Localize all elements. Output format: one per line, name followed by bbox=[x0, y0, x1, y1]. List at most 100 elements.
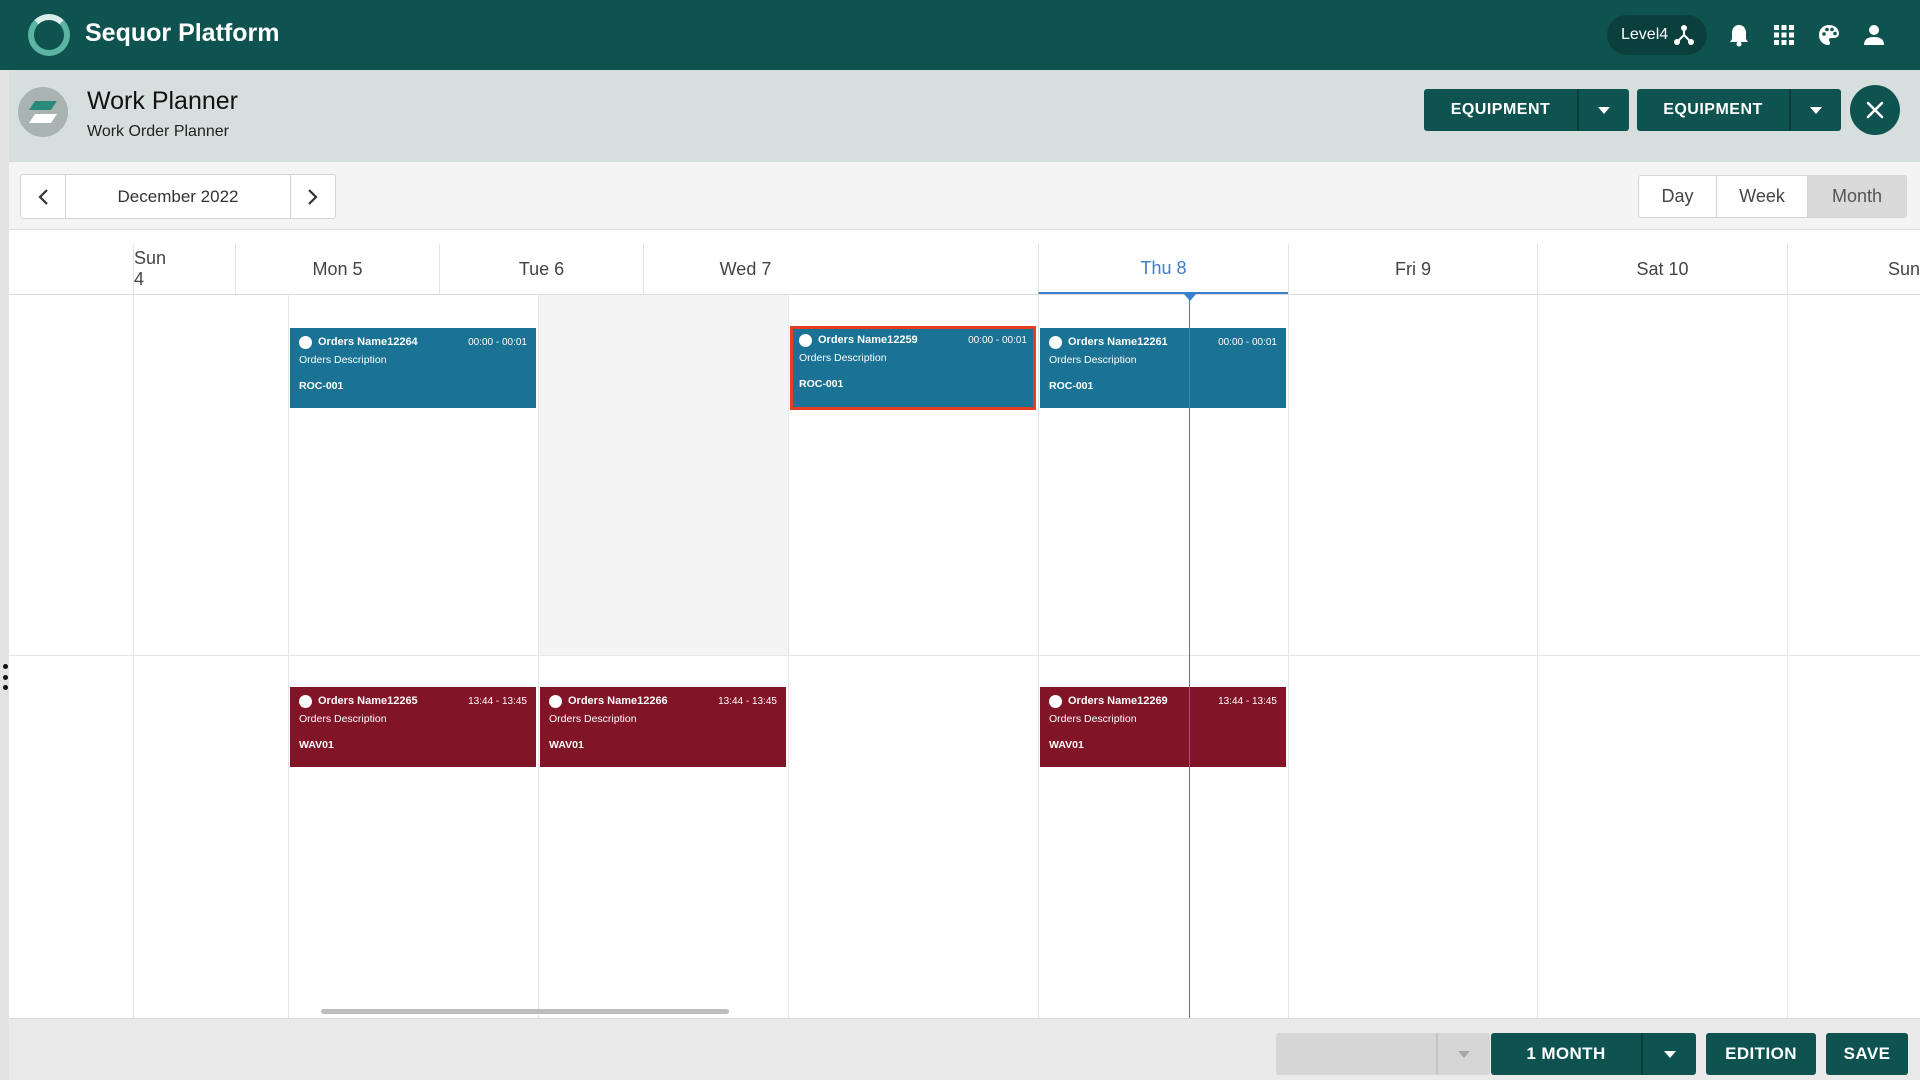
chevron-down-icon[interactable] bbox=[1641, 1033, 1696, 1075]
chevron-down-icon bbox=[1436, 1033, 1490, 1075]
day-header: Sun bbox=[1787, 244, 1920, 294]
page-subtitle: Work Order Planner bbox=[87, 123, 229, 140]
current-period-label[interactable]: December 2022 bbox=[66, 175, 290, 218]
date-navigator: December 2022 bbox=[20, 174, 336, 219]
chevron-down-icon[interactable] bbox=[1577, 89, 1629, 131]
current-time-indicator bbox=[1189, 295, 1190, 1018]
event-equipment-code: ROC-001 bbox=[799, 378, 844, 390]
event-equipment-code: ROC-001 bbox=[299, 380, 344, 392]
event-time: 13:44 - 13:45 bbox=[718, 695, 777, 707]
event-description: Orders Description bbox=[1049, 354, 1137, 366]
edition-button[interactable]: EDITION bbox=[1706, 1033, 1816, 1075]
bell-icon[interactable] bbox=[1726, 22, 1752, 48]
column-divider bbox=[788, 294, 789, 1018]
work-order-event[interactable]: Orders Name12265 13:44 - 13:45 Orders Des… bbox=[290, 687, 536, 767]
non-working-day-shade bbox=[539, 295, 788, 655]
event-time: 13:44 - 13:45 bbox=[468, 695, 527, 707]
column-divider bbox=[538, 294, 539, 1018]
day-header: Mon 5 bbox=[235, 244, 439, 294]
work-planner-icon bbox=[18, 87, 68, 137]
event-equipment-code: WAV01 bbox=[299, 739, 334, 751]
calendar-grid: Sun 4 Mon 5 Tue 6 Wed 7 Thu 8 Fri 9 Sat … bbox=[9, 230, 1920, 1018]
event-name: Orders Name12269 bbox=[1068, 695, 1168, 707]
status-dot-icon bbox=[1049, 335, 1062, 349]
work-order-event[interactable]: Orders Name12264 00:00 - 00:01 Orders Des… bbox=[290, 328, 536, 408]
more-vertical-icon[interactable] bbox=[1, 664, 9, 690]
event-equipment-code: WAV01 bbox=[1049, 739, 1084, 751]
equipment-split-button-2[interactable]: EQUIPMENT bbox=[1637, 89, 1841, 131]
row-divider bbox=[9, 655, 1920, 656]
close-icon bbox=[1866, 101, 1884, 119]
event-time: 13:44 - 13:45 bbox=[1218, 695, 1277, 707]
status-dot-icon bbox=[1049, 694, 1062, 708]
column-divider bbox=[288, 294, 289, 1018]
event-name: Orders Name12266 bbox=[568, 695, 668, 707]
close-button[interactable] bbox=[1850, 85, 1900, 135]
event-name: Orders Name12265 bbox=[318, 695, 418, 707]
footer-bar: 1 MONTH EDITION SAVE bbox=[9, 1018, 1920, 1080]
horizontal-scrollbar[interactable] bbox=[321, 1009, 729, 1014]
event-description: Orders Description bbox=[799, 352, 887, 364]
status-dot-icon bbox=[299, 694, 312, 708]
page-title: Work Planner bbox=[87, 87, 238, 115]
column-divider bbox=[1787, 294, 1788, 1018]
event-description: Orders Description bbox=[1049, 713, 1137, 725]
palette-icon[interactable] bbox=[1816, 22, 1842, 48]
equipment-button-label[interactable]: EQUIPMENT bbox=[1637, 89, 1789, 131]
day-header-today: Thu 8 bbox=[1038, 244, 1288, 294]
app-bar: Sequor Platform Level4 bbox=[0, 0, 1920, 70]
status-dot-icon bbox=[799, 333, 812, 347]
save-label: SAVE bbox=[1843, 1044, 1891, 1063]
sequor-logo-icon bbox=[28, 14, 70, 56]
event-name: Orders Name12261 bbox=[1068, 336, 1168, 348]
event-description: Orders Description bbox=[299, 713, 387, 725]
status-dot-icon bbox=[549, 694, 562, 708]
event-equipment-code: ROC-001 bbox=[1049, 380, 1094, 392]
user-icon[interactable] bbox=[1861, 22, 1887, 48]
chevron-down-icon[interactable] bbox=[1789, 89, 1841, 131]
column-divider bbox=[1038, 294, 1039, 1018]
apps-grid-icon[interactable] bbox=[1771, 22, 1797, 48]
work-order-event[interactable]: Orders Name12269 13:44 - 13:45 Orders Des… bbox=[1040, 687, 1286, 767]
event-time: 00:00 - 00:01 bbox=[1218, 336, 1277, 348]
equipment-split-button-1[interactable]: EQUIPMENT bbox=[1424, 89, 1629, 131]
view-switcher: Day Week Month bbox=[1638, 175, 1907, 218]
chevron-right-icon bbox=[308, 188, 318, 205]
header-divider bbox=[9, 294, 1920, 295]
save-button[interactable]: SAVE bbox=[1826, 1033, 1908, 1075]
column-divider bbox=[1288, 294, 1289, 1018]
view-day-button[interactable]: Day bbox=[1639, 176, 1716, 217]
current-time-marker-icon bbox=[1184, 294, 1196, 301]
range-label[interactable]: 1 MONTH bbox=[1491, 1033, 1641, 1075]
calendar-toolbar: December 2022 Day Week Month bbox=[9, 162, 1920, 230]
chevron-left-icon bbox=[38, 188, 48, 205]
level-label: Level4 bbox=[1621, 26, 1669, 43]
side-drawer-handle[interactable] bbox=[0, 70, 9, 1080]
range-split-button[interactable]: 1 MONTH bbox=[1491, 1033, 1696, 1075]
event-time: 00:00 - 00:01 bbox=[968, 334, 1027, 346]
event-description: Orders Description bbox=[549, 713, 637, 725]
app-title: Sequor Platform bbox=[85, 19, 280, 47]
column-divider bbox=[133, 294, 134, 1018]
event-time: 00:00 - 00:01 bbox=[468, 336, 527, 348]
view-month-button[interactable]: Month bbox=[1807, 176, 1906, 217]
page-header: Work Planner Work Order Planner EQUIPMEN… bbox=[9, 70, 1920, 162]
view-week-button[interactable]: Week bbox=[1716, 176, 1807, 217]
previous-period-button[interactable] bbox=[21, 175, 66, 218]
day-header: Sun 4 bbox=[133, 244, 173, 294]
work-order-event-selected[interactable]: Orders Name12259 00:00 - 00:01 Orders Des… bbox=[790, 326, 1036, 410]
level-selector[interactable]: Level4 bbox=[1607, 15, 1707, 55]
event-description: Orders Description bbox=[299, 354, 387, 366]
event-name: Orders Name12264 bbox=[318, 336, 418, 348]
day-header: Wed 7 bbox=[643, 244, 847, 294]
work-order-event[interactable]: Orders Name12266 13:44 - 13:45 Orders Des… bbox=[540, 687, 786, 767]
event-name: Orders Name12259 bbox=[818, 334, 918, 346]
disabled-select bbox=[1276, 1033, 1490, 1075]
day-header: Sat 10 bbox=[1537, 244, 1787, 294]
next-period-button[interactable] bbox=[290, 175, 335, 218]
day-header: Tue 6 bbox=[439, 244, 643, 294]
event-equipment-code: WAV01 bbox=[549, 739, 584, 751]
work-order-event[interactable]: Orders Name12261 00:00 - 00:01 Orders Des… bbox=[1040, 328, 1286, 408]
status-dot-icon bbox=[299, 335, 312, 349]
equipment-button-label[interactable]: EQUIPMENT bbox=[1424, 89, 1577, 131]
